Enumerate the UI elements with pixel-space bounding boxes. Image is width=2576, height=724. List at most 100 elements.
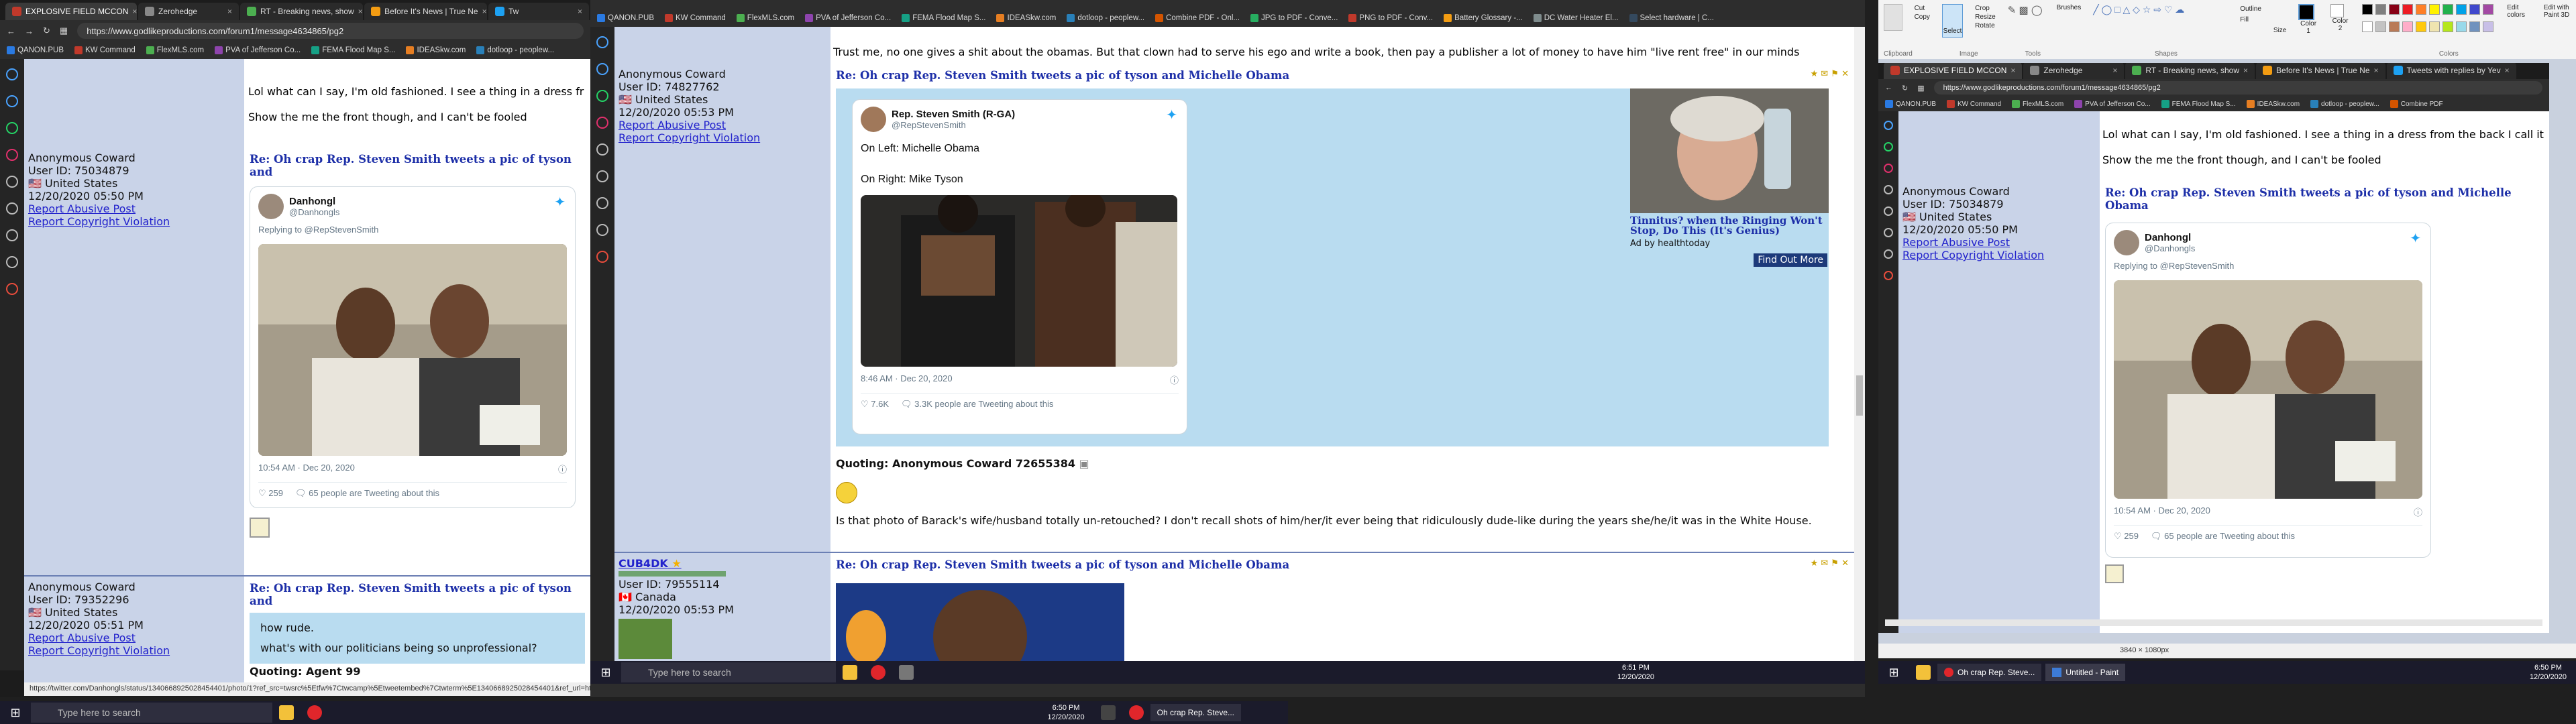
copy-button[interactable]: Copy (1915, 13, 1930, 21)
start-button[interactable]: ⊞ (0, 706, 31, 720)
report-abuse-link[interactable]: Report Abusive Post (619, 119, 826, 131)
color-swatch[interactable] (2389, 4, 2400, 15)
tweet-photo[interactable] (2114, 280, 2422, 499)
post-title[interactable]: Re: Oh crap Rep. Steven Smith tweets a p… (836, 558, 1860, 571)
sidebar-whatsapp-icon[interactable] (596, 90, 608, 102)
bookmark-item[interactable]: QANON.PUB (7, 46, 64, 54)
bookmark-item[interactable]: FlexMLS.com (146, 46, 204, 54)
sidebar-clock-icon[interactable] (1884, 228, 1893, 237)
post-action-icons[interactable]: ★ ✉ ⚑ ✕ (1811, 69, 1849, 79)
sidebar-settings-icon[interactable] (1884, 249, 1893, 259)
color-swatch[interactable] (2429, 4, 2440, 15)
size-button[interactable]: Size (2273, 4, 2286, 38)
start-button[interactable]: ⊞ (590, 666, 621, 680)
clock-time[interactable]: 6:50 PM (2530, 663, 2567, 672)
browser-tab[interactable]: EXPLOSIVE FIELD MCCON × (5, 3, 138, 20)
info-icon[interactable]: ⓘ (1170, 373, 1179, 386)
quoted-user[interactable]: Anonymous Coward 72655384 (892, 457, 1075, 470)
retweet-info[interactable]: 🗨 65 people are Tweeting about this (295, 488, 439, 499)
sidebar-settings-icon[interactable] (6, 256, 18, 268)
color-swatch[interactable] (2469, 4, 2481, 15)
retweet-info[interactable]: 🗨 65 people are Tweeting about this (2151, 531, 2295, 542)
grid-icon[interactable]: ▦ (1917, 84, 1924, 93)
browser-tab[interactable]: EXPLOSIVE FIELD MCCON × (1884, 63, 2023, 79)
sidebar-messenger-icon[interactable] (1884, 121, 1893, 130)
close-icon[interactable]: × (132, 7, 137, 16)
reload-icon[interactable]: ↻ (1902, 84, 1908, 93)
outline-dropdown[interactable]: Outline (2240, 4, 2261, 15)
color-swatch[interactable] (2456, 4, 2467, 15)
clock-time[interactable]: 6:50 PM (1048, 703, 1085, 713)
clock-date[interactable]: 12/20/2020 (1048, 713, 1085, 722)
start-button[interactable]: ⊞ (1878, 666, 1909, 680)
color-swatch[interactable] (2402, 4, 2414, 15)
close-icon[interactable]: × (2505, 66, 2510, 75)
bookmark-item[interactable]: KW Command (1947, 100, 2001, 108)
pasted-screenshot[interactable]: EXPLOSIVE FIELD MCCON × Zerohedge × RT - Bre… (1878, 63, 2549, 633)
sidebar-location-icon[interactable] (596, 251, 608, 263)
sidebar-messenger-icon[interactable] (596, 63, 608, 75)
tweet-photo[interactable] (861, 195, 1177, 367)
sidebar-settings-icon[interactable] (596, 224, 608, 236)
quote-icon[interactable] (2105, 564, 2124, 583)
vertical-scrollbar[interactable] (1854, 27, 1865, 664)
post-title[interactable]: Re: Oh crap Rep. Steven Smith tweets a p… (836, 69, 1838, 82)
bookmark-item[interactable]: QANON.PUB (1885, 100, 1936, 108)
back-icon[interactable]: ← (7, 26, 15, 36)
bookmark-item[interactable]: dotloop - peoplew... (1067, 14, 1144, 22)
crop-button[interactable]: Crop (1975, 4, 1996, 13)
bookmark-item[interactable]: Combine PDF (2390, 100, 2443, 108)
browser-tab[interactable]: Before It's News | True Ne × (364, 3, 487, 20)
sidebar-heart-icon[interactable] (6, 202, 18, 215)
color-swatch[interactable] (2429, 21, 2440, 32)
color-swatch[interactable] (2362, 4, 2373, 15)
bookmark-item[interactable]: DC Water Heater El... (1533, 14, 1619, 22)
color-swatch[interactable] (2362, 21, 2373, 32)
close-icon[interactable]: × (482, 7, 487, 16)
color-swatch[interactable] (2375, 4, 2387, 15)
sidebar-send-icon[interactable] (1884, 185, 1893, 194)
bookmark-item[interactable]: KW Command (74, 46, 136, 54)
tweet-photo[interactable] (258, 244, 567, 456)
embedded-tweet[interactable]: Rep. Steven Smith (R-GA) @RepStevenSmith … (852, 99, 1187, 434)
bookmark-item[interactable]: FlexMLS.com (2012, 100, 2063, 108)
back-icon[interactable]: ← (1885, 84, 1892, 92)
bookmark-item[interactable]: KW Command (665, 14, 726, 22)
sidebar-home-icon[interactable] (596, 36, 608, 48)
taskbar-app[interactable]: Untitled - Paint (2045, 664, 2126, 681)
quoted-user[interactable]: Agent 99 (306, 665, 361, 678)
color-swatch[interactable] (2375, 21, 2387, 32)
close-icon[interactable]: × (2374, 66, 2379, 75)
browser-tab[interactable]: Zerohedge × (138, 3, 239, 20)
shapes-gallery[interactable]: ╱ ◯ □ △ ◇ ☆ ⇨ ♡ ☁ (2093, 4, 2228, 38)
clock-date[interactable]: 12/20/2020 (1617, 672, 1654, 682)
quote-icon[interactable] (250, 518, 270, 538)
brushes-button[interactable]: Brushes (2057, 4, 2082, 38)
color1-button[interactable]: Color 1 (2298, 4, 2318, 38)
close-icon[interactable]: × (2243, 66, 2248, 75)
color-swatch[interactable] (2389, 21, 2400, 32)
like-button[interactable]: ♡ 259 (258, 488, 283, 499)
taskbar-app[interactable]: Oh crap Rep. Steve... (1150, 704, 1241, 721)
file-explorer-icon[interactable] (1916, 665, 1931, 680)
report-copyright-link[interactable]: Report Copyright Violation (28, 215, 240, 228)
taskbar-search[interactable]: Type here to search (31, 703, 272, 723)
close-icon[interactable]: × (2010, 66, 2015, 75)
bookmark-item[interactable]: Select hardware | C... (1629, 14, 1714, 22)
browser-tab[interactable]: Tweets with replies by Yev × (2386, 63, 2516, 79)
color-swatch[interactable] (2469, 21, 2481, 32)
tweet-name[interactable]: Danhongl (2145, 232, 2195, 243)
paste-button[interactable] (1884, 4, 1902, 31)
file-explorer-icon[interactable] (279, 705, 294, 720)
select-button[interactable]: Select (1941, 4, 1964, 38)
info-icon[interactable]: ⓘ (2414, 505, 2422, 518)
sidebar-instagram-icon[interactable] (596, 117, 608, 129)
color-swatch[interactable] (2416, 21, 2427, 32)
embedded-tweet[interactable]: Danhongl @Danhongls ✦ Replying to @RepSte… (2105, 223, 2431, 558)
fill-dropdown[interactable]: Fill (2240, 15, 2261, 25)
start-button[interactable] (1100, 705, 1116, 720)
bookmark-item[interactable]: FEMA Flood Map S... (902, 14, 985, 22)
retweet-info[interactable]: 🗨 3.3K people are Tweeting about this (901, 399, 1053, 410)
opera-icon[interactable] (1128, 705, 1144, 720)
bookmark-item[interactable]: PNG to PDF - Conv... (1348, 14, 1433, 22)
